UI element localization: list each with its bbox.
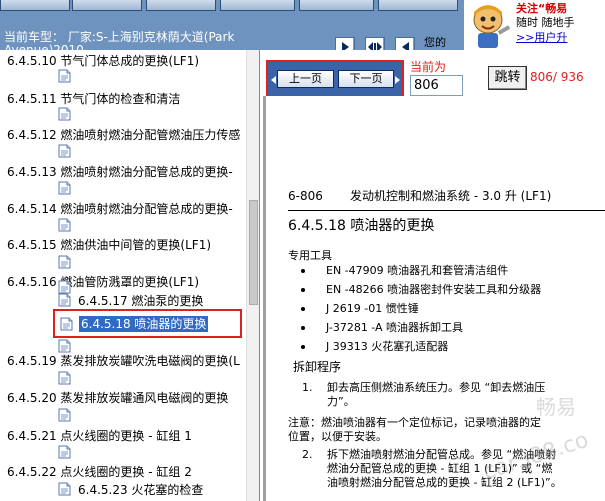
- step-text: 力”。: [327, 395, 355, 408]
- page-title: 发动机控制和燃油系统 - 3.0 升 (LF1): [350, 189, 552, 203]
- watermark-logo: 畅易 car388.co: [480, 395, 592, 486]
- tree-child-item[interactable]: 6.4.5.23 火花塞的检查: [78, 482, 203, 498]
- bullet: [301, 288, 305, 292]
- document-icon: [58, 107, 71, 121]
- tree-child-item[interactable]: 6.4.5.17 燃油泵的更换: [78, 293, 203, 309]
- document-icon: [58, 144, 71, 158]
- bullet: [301, 269, 305, 273]
- tree-item[interactable]: 6.4.5.19 蒸发排放炭罐吹洗电磁阀的更换(L: [7, 353, 240, 369]
- top-menu-button-5[interactable]: [299, 0, 374, 11]
- tree-item[interactable]: 6.4.5.21 点火线圈的更换 - 缸组 1: [7, 428, 192, 444]
- selected-tree-item[interactable]: 6.4.5.18 喷油器的更换: [53, 309, 242, 338]
- document-icon: [58, 445, 71, 459]
- tree-item[interactable]: 6.4.5.14 燃油喷射燃油分配管总成的更换-: [7, 201, 233, 217]
- top-menu-button-2[interactable]: [72, 0, 142, 11]
- current-page-label: 当前为: [410, 60, 447, 74]
- page-number-input[interactable]: [410, 75, 463, 96]
- right-arrow-icon: [395, 76, 400, 84]
- tool-item: EN -48266 喷油器密封件安装工具和分级器: [326, 283, 542, 296]
- tool-item: EN -47909 喷油器孔和套管清洁组件: [326, 264, 509, 277]
- document-icon: [58, 181, 71, 195]
- document-icon: [58, 371, 71, 385]
- top-menu-button-1[interactable]: [0, 0, 70, 11]
- tree-item[interactable]: 6.4.5.12 燃油喷射燃油分配管燃油压力传感: [7, 127, 240, 143]
- tool-item: J 2619 -01 惯性锤: [326, 302, 419, 315]
- prev-page-button[interactable]: 上一页: [277, 70, 334, 88]
- tree-item[interactable]: 6.4.5.11 节气门体的检查和清洁: [7, 91, 180, 107]
- document-icon: [58, 293, 71, 307]
- mascot-icon: [473, 5, 511, 48]
- ad-upgrade-link[interactable]: >>用户升: [516, 29, 605, 45]
- document-icon: [58, 339, 71, 353]
- ad-banner[interactable]: 关注“畅易 随时 随地手 >>用户升: [464, 0, 605, 50]
- header-rule: [288, 210, 605, 211]
- tree-scrollbar[interactable]: [246, 50, 259, 501]
- document-icon: [58, 218, 71, 232]
- tool-item: J 39313 火花塞孔适配器: [326, 340, 449, 353]
- top-menu-button-3[interactable]: [146, 0, 216, 11]
- tree-item[interactable]: 6.4.5.22 点火线圈的更换 - 缸组 2: [7, 464, 192, 480]
- top-menu-button-6[interactable]: [378, 0, 458, 11]
- page-count: 806/ 936: [530, 70, 584, 84]
- step-number: 1.: [302, 381, 313, 394]
- document-icon: [58, 255, 71, 269]
- bullet: [301, 345, 305, 349]
- page-number: 6-806: [288, 189, 323, 203]
- ad-subtext: 随时 随地手: [516, 16, 575, 29]
- bullet: [301, 307, 305, 311]
- document-icon: [58, 408, 71, 422]
- toc-tree: 6.4.5.10 节气门体总成的更换(LF1) 6.4.5.11 节气门体的检查…: [0, 50, 260, 501]
- tree-item[interactable]: 6.4.5.15 燃油供油中间管的更换(LF1): [7, 237, 211, 253]
- tagline-text: 您的: [424, 36, 446, 49]
- tools-heading: 专用工具: [288, 249, 332, 262]
- document-icon: [60, 317, 73, 331]
- step-number: 2.: [302, 448, 313, 461]
- removal-heading: 拆卸程序: [293, 360, 342, 374]
- bullet: [301, 326, 305, 330]
- tree-scrollbar-thumb[interactable]: [249, 200, 258, 305]
- page-navigation: 上一页 下一页: [266, 60, 404, 99]
- document-icon: [58, 280, 71, 294]
- top-menu-button-4[interactable]: [220, 0, 295, 11]
- watermark-word: 畅易: [536, 395, 576, 419]
- note-text: 位置，以便于安装。: [288, 430, 387, 443]
- document-icon: [58, 69, 71, 83]
- left-arrow-icon: [271, 76, 276, 84]
- next-page-button[interactable]: 下一页: [338, 70, 394, 88]
- tool-item: J-37281 -A 喷油器拆卸工具: [326, 321, 464, 334]
- jump-button[interactable]: 跳转: [488, 66, 527, 90]
- tree-item[interactable]: 6.4.5.20 蒸发排放炭罐通风电磁阀的更换: [7, 390, 228, 406]
- watermark-site: car388.co: [480, 428, 592, 486]
- document-icon: [58, 482, 71, 496]
- selected-tree-label: 6.4.5.18 喷油器的更换: [79, 316, 209, 332]
- tree-item[interactable]: 6.4.5.13 燃油喷射燃油分配管总成的更换-: [7, 164, 233, 180]
- tree-item[interactable]: 6.4.5.10 节气门体总成的更换(LF1): [7, 53, 199, 69]
- section-title: 6.4.5.18 喷油器的更换: [288, 218, 435, 234]
- tree-item[interactable]: 6.4.5.16 燃油管防溅罩的更换(LF1): [7, 274, 199, 290]
